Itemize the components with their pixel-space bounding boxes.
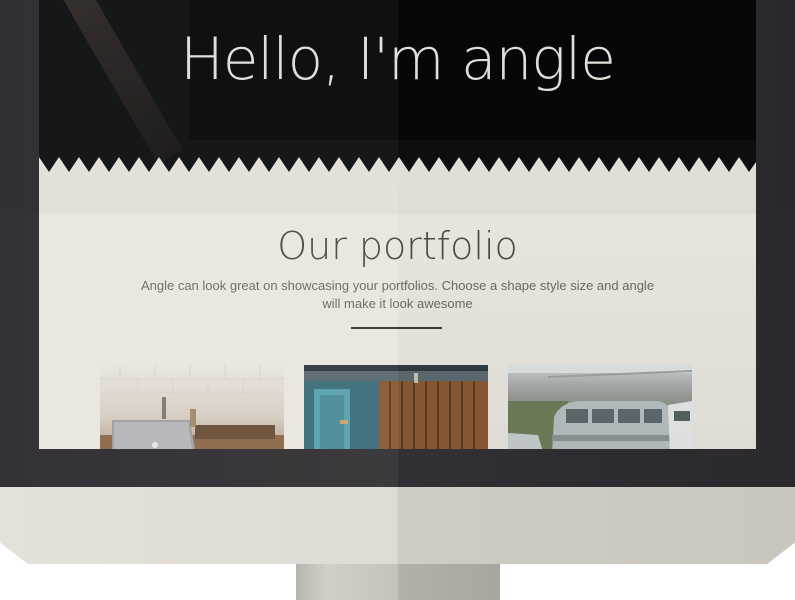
shed-photo [304,365,488,449]
portfolio-thumbnail-shed[interactable] [304,365,488,449]
portfolio-thumbnail-laptop[interactable] [100,365,284,449]
monitor-chin [0,487,795,564]
portfolio-title: Our portfolio [277,224,518,268]
zigzag-edge [39,157,756,174]
portfolio-thumbnail-vans[interactable] [508,365,692,449]
laptop-photo [100,365,284,449]
monitor-stand [296,564,500,600]
hero-section: Hello, I'm angle [39,0,756,172]
hero-title: Hello, I'm angle [180,25,616,93]
monitor-screen: Hello, I'm angle Our portfolio Angle can… [39,0,756,449]
portfolio-description: Angle can look great on showcasing your … [140,278,655,311]
vans-photo [508,365,692,449]
section-divider [351,327,442,329]
